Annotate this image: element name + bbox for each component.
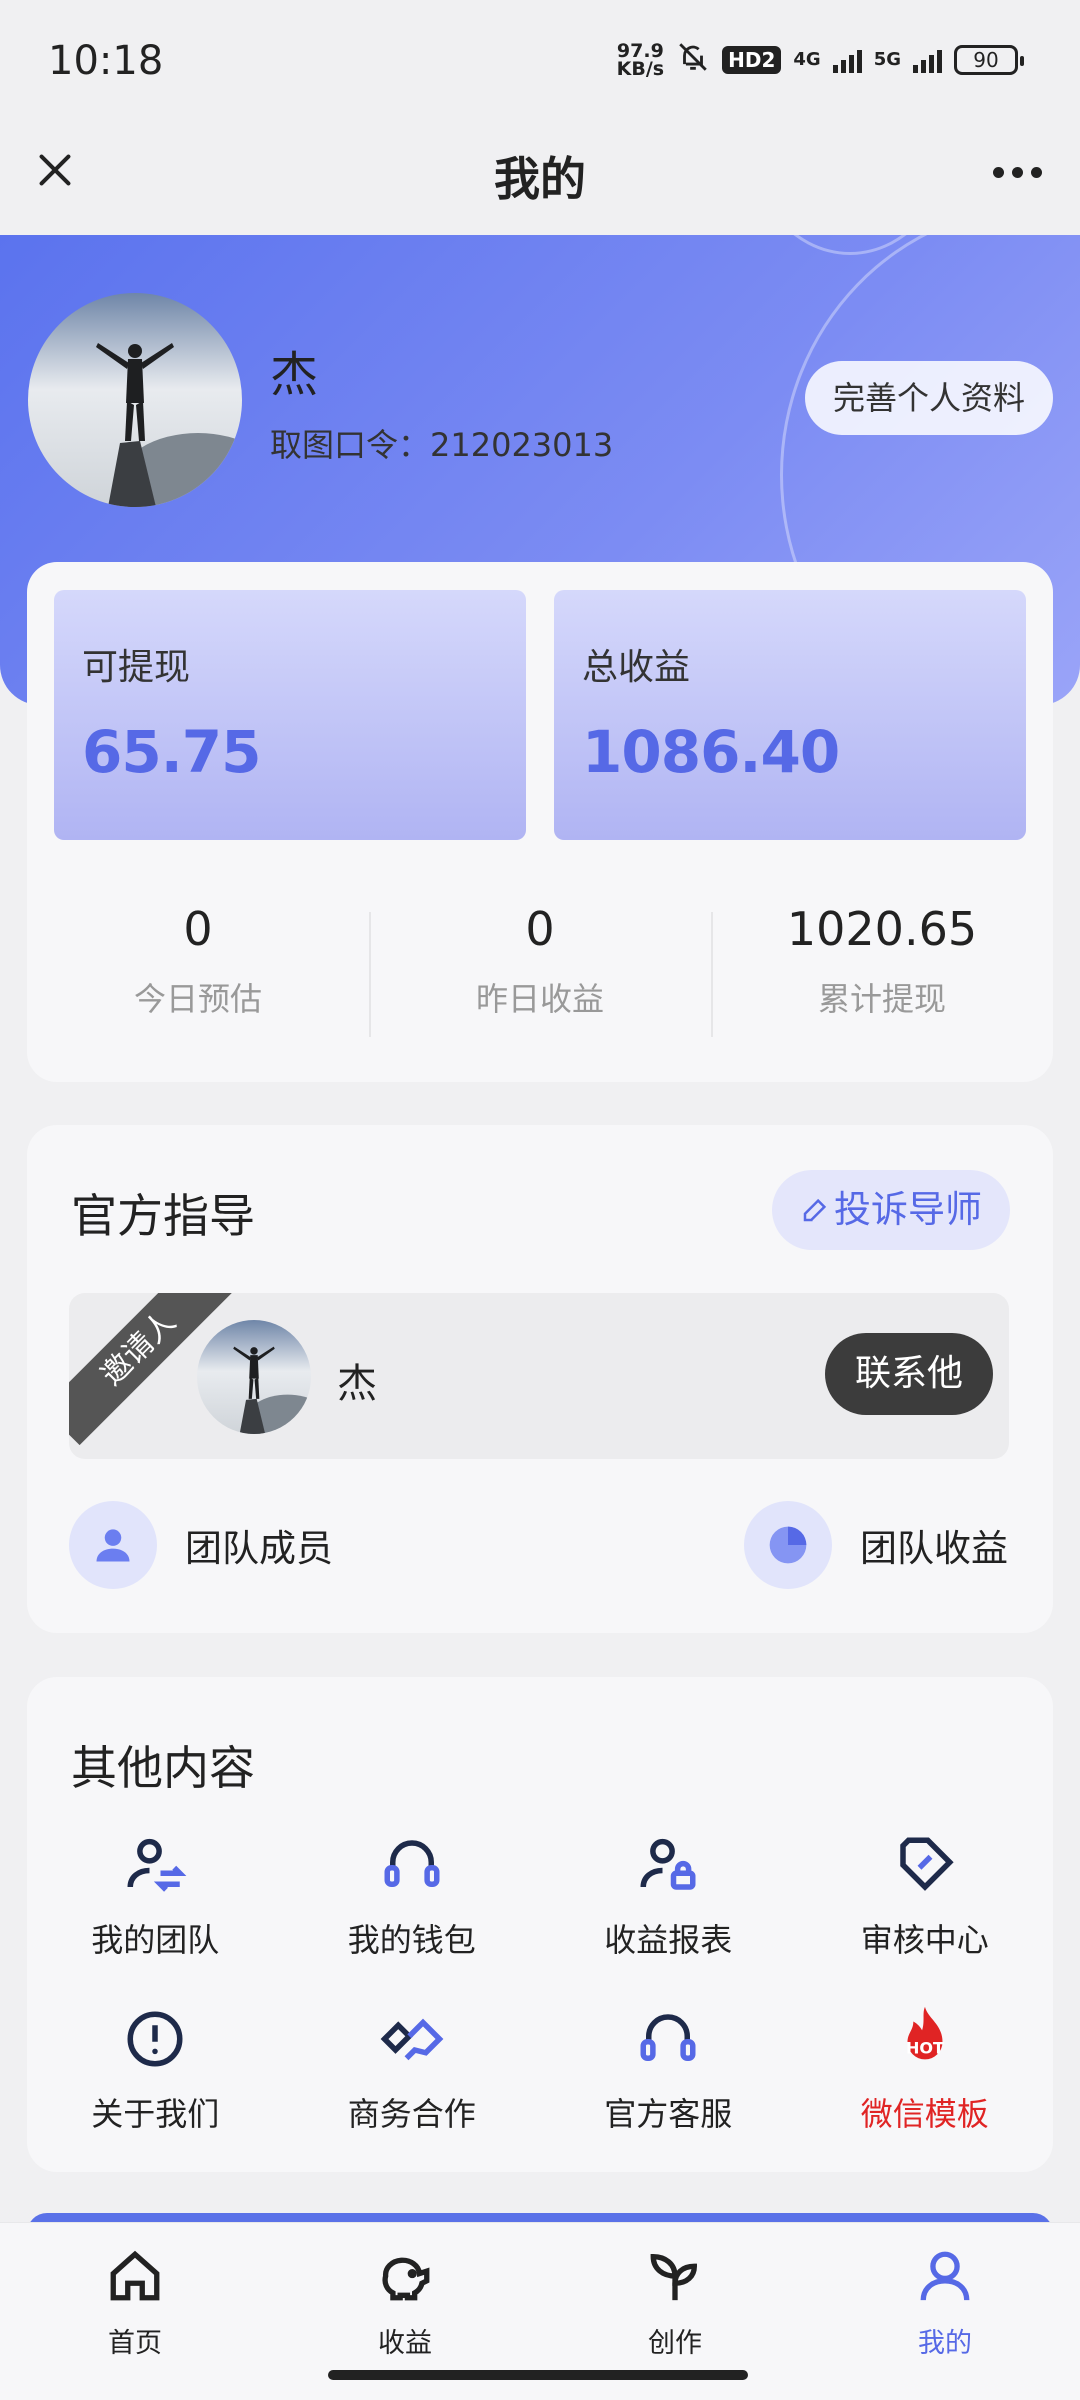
page-title: 我的 <box>494 152 586 206</box>
user-code: 取图口令：212023013 <box>270 426 614 464</box>
stat-label: 今日预估 <box>133 980 262 1018</box>
home-indicator[interactable] <box>328 2370 748 2380</box>
svg-text:HOT: HOT <box>906 2039 944 2058</box>
team-swap-icon <box>27 1825 284 1905</box>
battery-icon: 90 <box>954 44 1024 75</box>
my-team-item[interactable]: 我的团队 <box>27 1825 284 1961</box>
team-members-link[interactable]: 团队成员 <box>69 1500 333 1590</box>
review-tag-icon <box>797 1825 1054 1905</box>
net-speed: 97.9 KB/s <box>616 39 665 80</box>
complain-mentor-label: 投诉导师 <box>834 1188 982 1231</box>
hd-badge: HD2 <box>722 45 782 74</box>
earnings-stats: 0 今日预估 0 昨日收益 1020.65 累计提现 <box>27 892 1053 1037</box>
home-icon <box>0 2243 270 2309</box>
tab-mine[interactable]: 我的 <box>810 2223 1080 2400</box>
total-earnings-box[interactable]: 总收益 1086.40 <box>554 590 1026 840</box>
contact-button[interactable]: 联系他 <box>825 1333 993 1415</box>
person-icon <box>69 1501 157 1589</box>
user-lock-icon <box>540 1825 797 1905</box>
about-us-item[interactable]: 关于我们 <box>27 1999 284 2135</box>
grid-label: 商务合作 <box>347 2095 476 2133</box>
customer-service-item[interactable]: 官方客服 <box>540 1999 797 2135</box>
other-content-card: 其他内容 我的团队 我的钱包 收益报表 审核中心 关于我们 商务合作 官方客服 … <box>27 1677 1053 2172</box>
headset-icon <box>284 1825 541 1905</box>
tab-home[interactable]: 首页 <box>0 2223 270 2400</box>
wechat-template-item[interactable]: HOT 微信模板 <box>797 1999 1054 2135</box>
complain-mentor-button[interactable]: 投诉导师 <box>772 1170 1010 1250</box>
withdrawable-label: 可提现 <box>82 647 191 688</box>
grid-label: 审核中心 <box>860 1921 989 1959</box>
grid-label: 关于我们 <box>91 2095 220 2133</box>
section-title: 官方指导 <box>71 1189 255 1243</box>
edit-icon <box>800 1173 830 1253</box>
avatar[interactable] <box>28 293 242 507</box>
piggy-bank-icon <box>270 2243 540 2309</box>
grid-label: 收益报表 <box>604 1921 733 1959</box>
earnings-report-item[interactable]: 收益报表 <box>540 1825 797 1961</box>
withdrawable-value: 65.75 <box>82 718 261 786</box>
withdrawable-box[interactable]: 可提现 65.75 <box>54 590 526 840</box>
total-earnings-value: 1086.40 <box>582 718 840 786</box>
status-time: 10:18 <box>48 38 164 84</box>
official-guide-card: 官方指导 投诉导师 邀请人 杰 联系他 团队成员 团队收益 <box>27 1125 1053 1633</box>
info-circle-icon <box>27 1999 284 2079</box>
pie-chart-icon <box>744 1501 832 1589</box>
team-income-link[interactable]: 团队收益 <box>744 1500 1008 1590</box>
my-wallet-item[interactable]: 我的钱包 <box>284 1825 541 1961</box>
handshake-icon <box>284 1999 541 2079</box>
signal-icon <box>913 47 942 73</box>
review-center-item[interactable]: 审核中心 <box>797 1825 1054 1961</box>
user-name: 杰 <box>270 347 319 403</box>
signal-icon <box>832 47 862 73</box>
team-income-label: 团队收益 <box>860 1527 1008 1570</box>
grid-label: 官方客服 <box>604 2095 733 2133</box>
tab-label: 我的 <box>918 2328 972 2359</box>
grid-label: 微信模板 <box>860 2095 989 2133</box>
person-icon <box>810 2243 1080 2309</box>
avatar <box>197 1320 311 1434</box>
network-5g: 5G <box>873 49 901 70</box>
headset-icon <box>540 1999 797 2079</box>
bell-muted-icon <box>676 40 710 79</box>
business-coop-item[interactable]: 商务合作 <box>284 1999 541 2135</box>
complete-profile-button[interactable]: 完善个人资料 <box>805 361 1053 435</box>
feature-grid: 我的团队 我的钱包 收益报表 审核中心 关于我们 商务合作 官方客服 HOT 微… <box>27 1825 1053 2135</box>
stat-total-withdrawn: 1020.65 累计提现 <box>711 892 1053 1037</box>
stat-yesterday: 0 昨日收益 <box>369 892 711 1037</box>
stat-today-estimate: 0 今日预估 <box>27 892 369 1020</box>
team-members-label: 团队成员 <box>185 1527 333 1570</box>
stat-value: 0 <box>183 902 213 956</box>
stat-value: 0 <box>525 902 555 956</box>
stat-label: 累计提现 <box>817 980 946 1018</box>
earnings-card: 可提现 65.75 总收益 1086.40 0 今日预估 0 昨日收益 1020… <box>27 562 1053 1082</box>
grid-label: 我的团队 <box>91 1921 220 1959</box>
nav-bar: 我的 <box>0 125 1080 235</box>
hot-flame-icon: HOT <box>797 1999 1054 2079</box>
more-icon[interactable] <box>993 167 1042 178</box>
tab-label: 创作 <box>648 2328 702 2359</box>
status-bar: 10:18 97.9 KB/s HD2 4G 5G 90 <box>0 0 1080 125</box>
tab-label: 收益 <box>378 2328 432 2359</box>
inviter-name: 杰 <box>337 1361 377 1407</box>
status-icons: 97.9 KB/s HD2 4G 5G 90 <box>616 39 1024 80</box>
section-title: 其他内容 <box>71 1741 255 1795</box>
stat-label: 昨日收益 <box>475 980 604 1018</box>
tab-label: 首页 <box>108 2328 162 2359</box>
total-earnings-label: 总收益 <box>582 647 691 688</box>
inviter-row: 邀请人 杰 联系他 <box>69 1293 1009 1459</box>
network-4g: 4G <box>793 49 821 70</box>
stat-value: 1020.65 <box>786 902 978 956</box>
plant-icon <box>540 2243 810 2309</box>
grid-label: 我的钱包 <box>347 1921 476 1959</box>
